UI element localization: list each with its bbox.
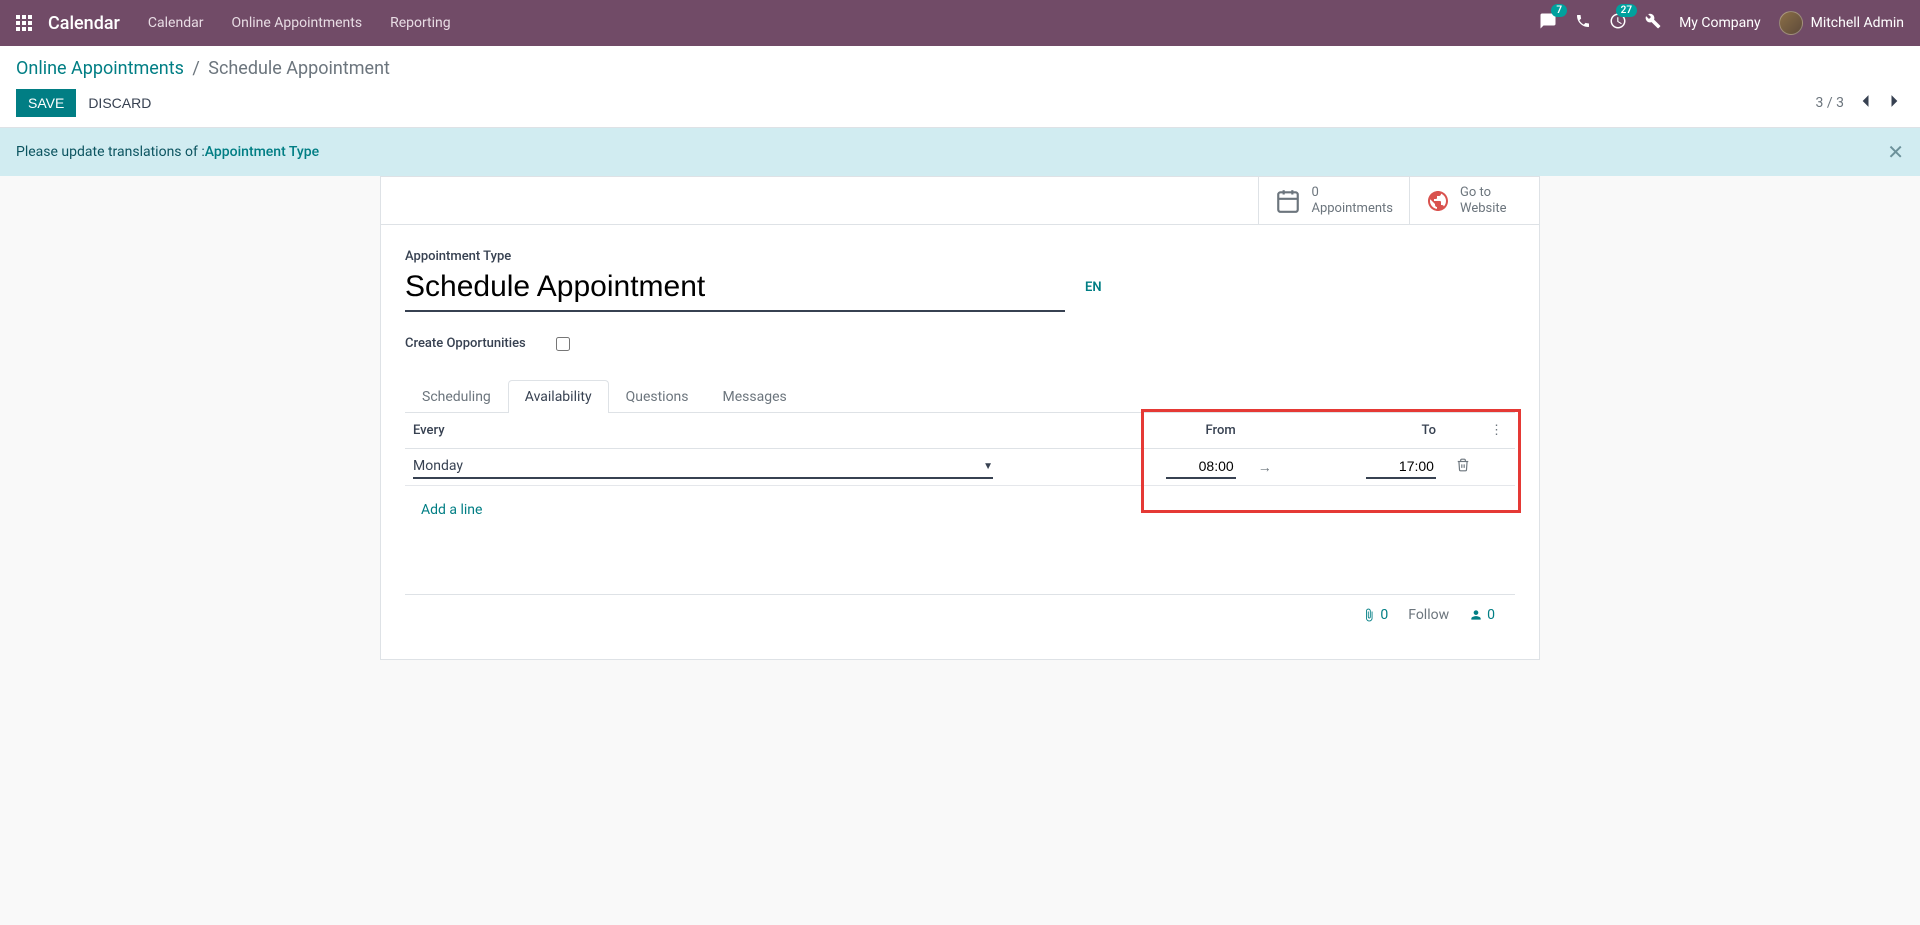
user-menu[interactable]: Mitchell Admin <box>1779 11 1904 35</box>
chevron-down-icon: ▼ <box>983 461 993 472</box>
to-input[interactable] <box>1366 455 1436 479</box>
tab-messages[interactable]: Messages <box>706 380 804 413</box>
followers-button[interactable]: 0 <box>1469 607 1495 623</box>
save-button[interactable]: SAVE <box>16 89 76 117</box>
company-selector[interactable]: My Company <box>1679 15 1761 31</box>
breadcrumb-parent[interactable]: Online Appointments <box>16 58 184 79</box>
stat-count: 0 <box>1311 185 1393 201</box>
nav-reporting[interactable]: Reporting <box>390 15 451 31</box>
col-from: From <box>1135 413 1243 449</box>
calendar-icon <box>1275 188 1301 214</box>
create-opp-checkbox[interactable] <box>556 337 570 351</box>
col-every: Every <box>405 413 1014 449</box>
add-line[interactable]: Add a line <box>413 492 1507 528</box>
messages-badge: 7 <box>1551 4 1567 17</box>
breadcrumb-current: Schedule Appointment <box>208 58 390 79</box>
follow-button[interactable]: Follow <box>1408 607 1449 623</box>
stat-website[interactable]: Go to Website <box>1409 177 1539 224</box>
create-opp-label: Create Opportunities <box>405 336 526 351</box>
user-name: Mitchell Admin <box>1811 15 1904 31</box>
breadcrumb: Online Appointments / Schedule Appointme… <box>16 58 1904 79</box>
close-icon[interactable]: ✕ <box>1887 140 1904 164</box>
person-icon <box>1469 608 1483 622</box>
table-row: Monday ▼ → <box>405 449 1515 486</box>
trash-icon[interactable] <box>1452 460 1470 476</box>
tabs: Scheduling Availability Questions Messag… <box>405 379 1515 413</box>
tab-scheduling[interactable]: Scheduling <box>405 380 508 413</box>
arrow-right-icon: → <box>1252 460 1278 476</box>
tab-questions[interactable]: Questions <box>609 380 706 413</box>
phone-icon[interactable] <box>1575 13 1591 33</box>
nav-calendar[interactable]: Calendar <box>148 15 204 31</box>
pager-next-icon[interactable] <box>1886 90 1904 116</box>
debug-icon[interactable] <box>1645 13 1661 33</box>
top-nav: Calendar Calendar Online Appointments Re… <box>0 0 1920 46</box>
day-select[interactable]: Monday ▼ <box>413 455 993 479</box>
tab-availability[interactable]: Availability <box>508 380 609 413</box>
discard-button[interactable]: DISCARD <box>76 89 163 117</box>
paperclip-icon <box>1362 608 1376 622</box>
type-label: Appointment Type <box>405 249 1515 264</box>
activities-badge: 27 <box>1616 4 1637 17</box>
alert-text: Please update translations of : <box>16 144 205 160</box>
form-sheet: 0 Appointments Go to Website Appointment… <box>380 176 1540 660</box>
alert-link[interactable]: Appointment Type <box>205 144 319 160</box>
app-brand[interactable]: Calendar <box>48 13 120 34</box>
attachments-button[interactable]: 0 <box>1362 607 1388 623</box>
avatar <box>1779 11 1803 35</box>
availability-table: Every From To ⋮ <box>405 413 1515 534</box>
pager-text[interactable]: 3 / 3 <box>1816 95 1844 111</box>
title-input[interactable] <box>405 268 1065 312</box>
activities-icon[interactable]: 27 <box>1609 12 1627 34</box>
nav-online-appointments[interactable]: Online Appointments <box>231 15 362 31</box>
globe-icon <box>1426 189 1450 213</box>
stat-label: Appointments <box>1311 201 1393 217</box>
chatter: 0 Follow 0 <box>405 594 1515 635</box>
day-value: Monday <box>413 458 463 474</box>
kebab-icon[interactable]: ⋮ <box>1486 423 1507 438</box>
stat-appointments[interactable]: 0 Appointments <box>1258 177 1409 224</box>
messages-icon[interactable]: 7 <box>1539 12 1557 34</box>
lang-badge[interactable]: EN <box>1085 280 1102 295</box>
control-panel: Online Appointments / Schedule Appointme… <box>0 46 1920 128</box>
apps-icon[interactable] <box>16 15 32 31</box>
from-input[interactable] <box>1166 455 1236 479</box>
col-to: To <box>1286 413 1444 449</box>
translation-alert: Please update translations of : Appointm… <box>0 128 1920 176</box>
pager-prev-icon[interactable] <box>1856 90 1874 116</box>
